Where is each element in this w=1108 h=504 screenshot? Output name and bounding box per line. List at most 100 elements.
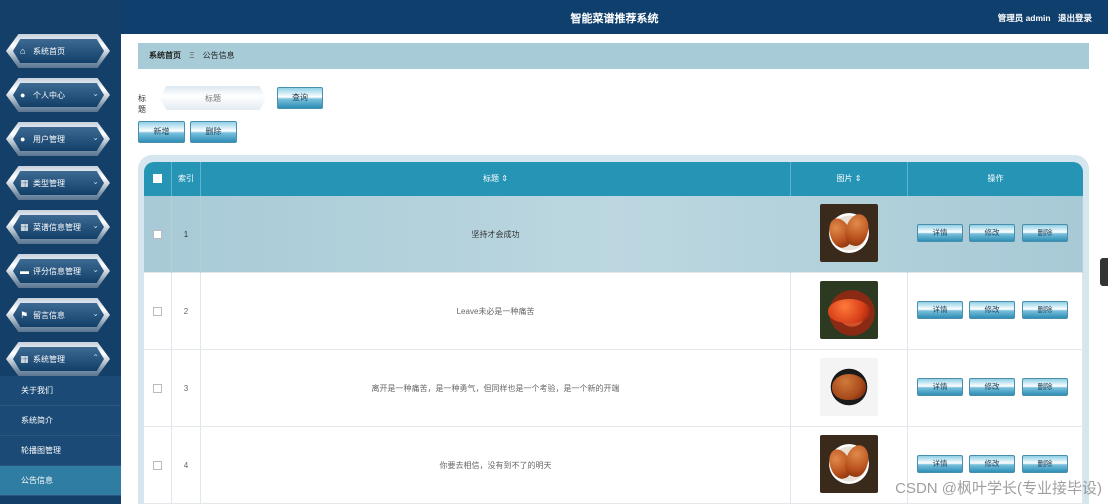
row-actions-cell: 详情 修改 删除 xyxy=(908,273,1083,350)
menu-item-user-management[interactable]: ● 用户管理 ⌄ xyxy=(6,122,110,156)
chevron-down-icon: ⌄ xyxy=(92,133,99,142)
delete-button[interactable]: 删除 xyxy=(1022,378,1068,396)
menu-item-personal-center[interactable]: ● 个人中心 ⌄ xyxy=(6,78,110,112)
table-row: 2 Leave未必是一种痛苦 详情 修改 删除 xyxy=(144,273,1083,350)
side-drawer-handle[interactable] xyxy=(1100,258,1108,286)
row-image-cell xyxy=(791,273,908,350)
table-row: 3 离开是一种痛苦，是一种勇气，但同样也是一个考验，是一个新的开端 详情 修改 … xyxy=(144,350,1083,427)
notice-table-container: 索引 标题 ⇕ 图片 ⇕ 操作 1 坚持才会成功 详情 修改 删除 2 Leav… xyxy=(138,155,1089,504)
chevron-down-icon: ⌄ xyxy=(92,221,99,230)
row-image-cell xyxy=(791,196,908,273)
home-icon: ⌂ xyxy=(20,46,26,56)
edit-button[interactable]: 修改 xyxy=(969,455,1015,473)
row-title: 离开是一种痛苦，是一种勇气，但同样也是一个考验，是一个新的开端 xyxy=(201,350,791,427)
row-index: 2 xyxy=(172,273,201,350)
menu-label: 类型管理 xyxy=(33,179,65,188)
menu-label: 留言信息 xyxy=(33,311,65,320)
column-header-actions: 操作 xyxy=(987,174,1004,183)
row-checkbox[interactable] xyxy=(153,461,162,471)
watermark: CSDN @枫叶学长(专业接毕设) xyxy=(895,480,1102,497)
menu-label: 个人中心 xyxy=(33,91,65,100)
breadcrumb-home[interactable]: 系统首页 xyxy=(149,51,181,60)
sidebar: ⌂ 系统首页 ● 个人中心 ⌄ ● 用户管理 ⌄ ▦ 类型管理 ⌄ ▦ 菜谱信息… xyxy=(0,0,121,504)
delete-button[interactable]: 删除 xyxy=(1022,301,1068,319)
detail-button[interactable]: 详情 xyxy=(917,378,963,396)
food-image xyxy=(820,281,878,339)
row-checkbox[interactable] xyxy=(153,384,162,394)
comment-icon: ▬ xyxy=(20,266,29,276)
edit-button[interactable]: 修改 xyxy=(969,301,1015,319)
app-title: 智能菜谱推荐系统 xyxy=(570,13,659,25)
submenu-item-carousel[interactable]: 轮播图管理 xyxy=(0,436,121,466)
row-index: 4 xyxy=(172,427,201,504)
menu-item-home[interactable]: ⌂ 系统首页 xyxy=(6,34,110,68)
breadcrumb-separator: Ξ xyxy=(189,51,195,60)
menu-item-rating-management[interactable]: ▬ 评分信息管理 ⌄ xyxy=(6,254,110,288)
food-image xyxy=(820,435,878,493)
select-all-checkbox[interactable] xyxy=(153,174,162,184)
row-select-cell xyxy=(144,273,172,350)
row-index: 1 xyxy=(172,196,201,273)
menu-item-system-management[interactable]: ▦ 系统管理 ⌃ xyxy=(6,342,110,376)
search-label: 标题 xyxy=(138,94,146,114)
menu-label: 菜谱信息管理 xyxy=(33,223,81,232)
top-header: 智能菜谱推荐系统 管理员 admin 退出登录 xyxy=(121,0,1108,34)
row-title: Leave未必是一种痛苦 xyxy=(201,273,791,350)
menu-item-recipe-management[interactable]: ▦ 菜谱信息管理 ⌄ xyxy=(6,210,110,244)
row-index: 3 xyxy=(172,350,201,427)
table-header: 索引 标题 ⇕ 图片 ⇕ 操作 xyxy=(144,162,1083,196)
submenu-item-intro[interactable]: 系统简介 xyxy=(0,406,121,436)
row-title: 你要去相信，没有到不了的明天 xyxy=(201,427,791,504)
chevron-down-icon: ⌄ xyxy=(92,177,99,186)
edit-button[interactable]: 修改 xyxy=(969,378,1015,396)
breadcrumb: 系统首页 Ξ 公告信息 xyxy=(138,43,1089,69)
system-submenu: 关于我们 系统简介 轮播图管理 公告信息 xyxy=(0,376,121,496)
admin-label: 管理员 admin xyxy=(997,13,1051,23)
submenu-item-about[interactable]: 关于我们 xyxy=(0,376,121,406)
row-checkbox[interactable] xyxy=(153,307,162,317)
batch-delete-button[interactable]: 删除 xyxy=(190,121,237,143)
column-header-image[interactable]: 图片 ⇕ xyxy=(791,162,908,196)
add-button[interactable]: 新增 xyxy=(138,121,185,143)
select-all-cell xyxy=(144,162,172,196)
chevron-down-icon: ⌄ xyxy=(92,89,99,98)
row-checkbox[interactable] xyxy=(153,230,162,240)
row-select-cell xyxy=(144,196,172,273)
detail-button[interactable]: 详情 xyxy=(917,301,963,319)
row-actions-cell: 详情 修改 删除 xyxy=(908,196,1083,273)
menu-label: 评分信息管理 xyxy=(33,267,81,276)
title-search-input[interactable] xyxy=(160,86,266,110)
food-image xyxy=(820,204,878,262)
menu-label: 用户管理 xyxy=(33,135,65,144)
user-area: 管理员 admin 退出登录 xyxy=(993,12,1092,24)
grid-icon: ▦ xyxy=(20,354,29,364)
detail-button[interactable]: 详情 xyxy=(917,455,963,473)
grid-icon: ▦ xyxy=(20,178,29,188)
notice-table: 索引 标题 ⇕ 图片 ⇕ 操作 1 坚持才会成功 详情 修改 删除 2 Leav… xyxy=(144,162,1083,504)
menu-item-messages[interactable]: ⚑ 留言信息 ⌄ xyxy=(6,298,110,332)
chevron-down-icon: ⌄ xyxy=(92,265,99,274)
chevron-up-icon: ⌃ xyxy=(92,353,99,362)
menu-label: 系统首页 xyxy=(33,47,65,56)
menu-item-type-management[interactable]: ▦ 类型管理 ⌄ xyxy=(6,166,110,200)
query-button[interactable]: 查询 xyxy=(277,87,323,109)
column-header-title[interactable]: 标题 ⇕ xyxy=(201,162,791,196)
food-image xyxy=(820,358,878,416)
grid-icon: ▦ xyxy=(20,222,29,232)
menu-label: 系统管理 xyxy=(33,355,65,364)
row-image-cell xyxy=(791,427,908,504)
user-icon: ● xyxy=(20,134,26,144)
delete-button[interactable]: 删除 xyxy=(1022,224,1068,242)
edit-button[interactable]: 修改 xyxy=(969,224,1015,242)
table-row: 1 坚持才会成功 详情 修改 删除 xyxy=(144,196,1083,273)
chevron-down-icon: ⌄ xyxy=(92,309,99,318)
detail-button[interactable]: 详情 xyxy=(917,224,963,242)
row-actions-cell: 详情 修改 删除 xyxy=(908,350,1083,427)
delete-button[interactable]: 删除 xyxy=(1022,455,1068,473)
breadcrumb-current: 公告信息 xyxy=(202,51,235,60)
row-image-cell xyxy=(791,350,908,427)
column-header-index: 索引 xyxy=(172,162,201,196)
submenu-item-notices[interactable]: 公告信息 xyxy=(0,466,121,496)
row-select-cell xyxy=(144,427,172,504)
logout-link[interactable]: 退出登录 xyxy=(1058,13,1092,23)
